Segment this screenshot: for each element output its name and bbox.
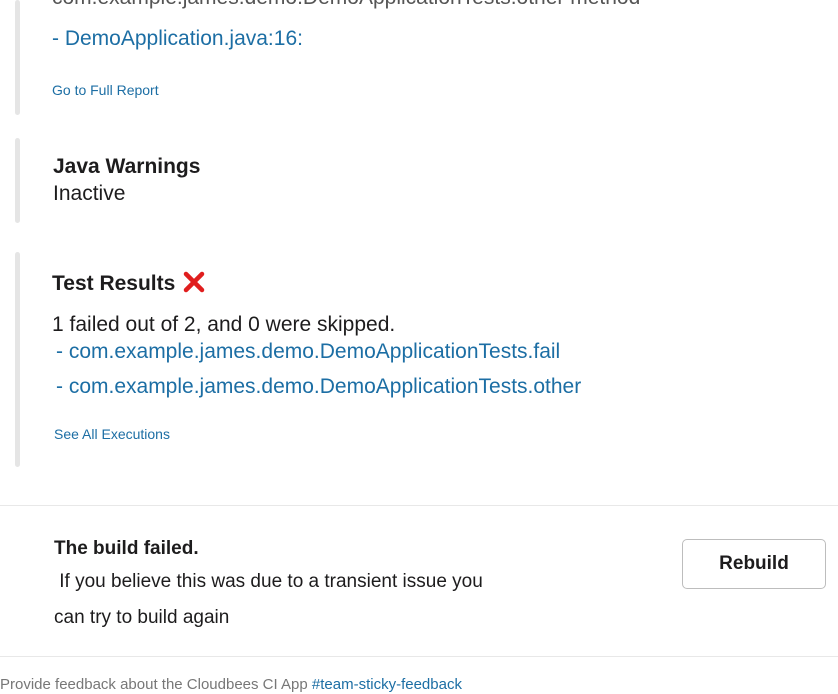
attachment-bar — [15, 252, 20, 467]
footer-text: Provide feedback about the Cloudbees CI … — [0, 676, 312, 693]
build-failed-line2: can try to build again — [54, 607, 230, 628]
build-failed-title: The build failed. — [54, 538, 199, 559]
feedback-channel-link[interactable]: #team-sticky-feedback — [312, 676, 462, 693]
test-link-other[interactable]: - com.example.james.demo.DemoApplication… — [56, 374, 581, 400]
red-x-icon — [183, 271, 205, 293]
test-link-fail[interactable]: - com.example.james.demo.DemoApplication… — [56, 339, 560, 365]
build-failed-line1: If you believe this was due to a transie… — [54, 571, 483, 592]
test-results-label: Test Results — [52, 272, 176, 295]
test-results-title: Test Results — [52, 268, 205, 297]
java-warnings-title: Java Warnings — [53, 155, 201, 178]
attachment-bar — [15, 0, 20, 115]
see-all-executions-link[interactable]: See All Executions — [54, 425, 170, 443]
stack-link[interactable]: - DemoApplication.java:16: — [52, 26, 303, 52]
divider — [0, 656, 838, 657]
clipped-line: com.example.james.demo.DemoApplicationTe… — [52, 0, 640, 12]
java-warnings-status: Inactive — [53, 182, 126, 205]
footer: Provide feedback about the Cloudbees CI … — [0, 676, 462, 693]
divider — [0, 505, 838, 506]
test-summary: 1 failed out of 2, and 0 were skipped. — [52, 313, 396, 336]
full-report-link[interactable]: Go to Full Report — [52, 81, 159, 99]
rebuild-button[interactable]: Rebuild — [682, 539, 826, 589]
attachment-bar — [15, 138, 20, 223]
